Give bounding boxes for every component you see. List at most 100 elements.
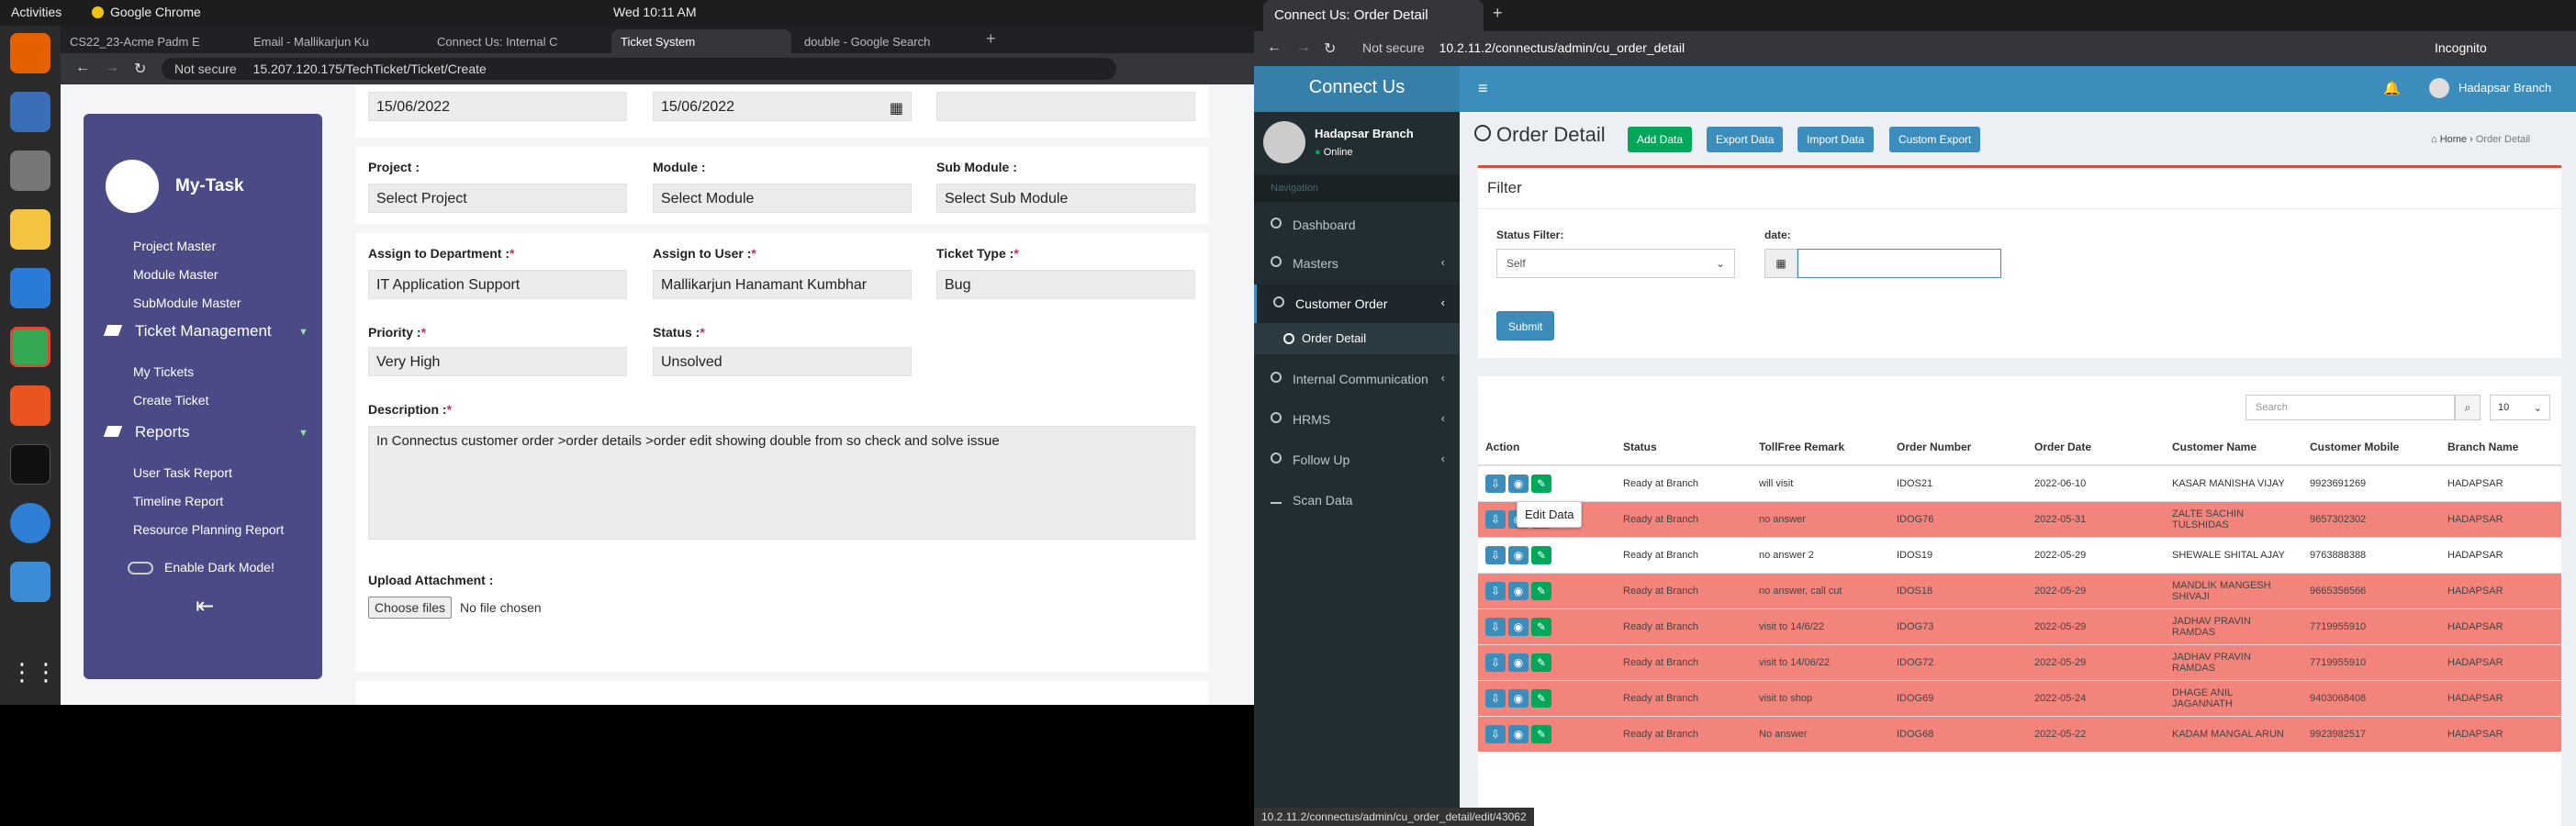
choose-files-button[interactable]: Choose files [368,597,453,619]
incognito-label[interactable]: Incognito [2435,40,2487,55]
sidebar-reports[interactable]: Reports [135,423,190,441]
col-status[interactable]: Status [1616,429,1752,466]
download-icon[interactable]: ⇩ [1485,581,1506,600]
activities-button[interactable]: Activities [11,5,62,19]
tab-order-detail[interactable]: Connect Us: Order Detail [1263,0,1484,31]
search-icon[interactable]: ⌕ [2455,395,2481,420]
col-remark[interactable]: TollFree Remark [1752,429,1889,466]
firefox-icon[interactable] [10,33,50,73]
view-icon[interactable]: ◉ [1508,581,1529,600]
nav-scan-data[interactable]: Scan Data [1254,481,1460,519]
files-icon[interactable] [10,151,50,191]
page-size-select[interactable]: 10 ⌄ [2490,395,2550,420]
add-data-button[interactable]: Add Data [1628,127,1693,152]
nav-customer-order[interactable]: Customer Order ‹ [1254,285,1460,323]
chrome-dock-icon[interactable] [10,327,50,367]
edit-icon[interactable]: ✎ [1531,688,1551,708]
edit-icon[interactable]: ✎ [1531,653,1551,672]
back-icon[interactable]: ← [1267,39,1282,56]
edit-icon[interactable]: ✎ [1531,545,1551,564]
forward-icon[interactable]: → [105,60,119,76]
calendar-icon[interactable]: ▦ [1764,249,1798,278]
software-icon[interactable] [10,385,50,426]
nav-hrms[interactable]: HRMS ‹ [1254,400,1460,439]
extra-field[interactable] [936,92,1195,121]
sidebar-item-project-master[interactable]: Project Master [133,239,216,253]
nav-follow-up[interactable]: Follow Up ‹ [1254,441,1460,479]
thunderbird-icon[interactable] [10,92,50,132]
date-input[interactable] [1798,249,2001,278]
export-data-button[interactable]: Export Data [1707,127,1784,152]
calendar-icon[interactable]: ▦ [890,99,903,117]
submodule-select[interactable]: Select Sub Module [936,184,1195,213]
view-icon[interactable]: ◉ [1508,653,1529,672]
back-icon[interactable]: ← [75,60,90,76]
dept-select[interactable]: IT Application Support [368,270,627,299]
dark-mode-toggle[interactable] [128,562,153,575]
sidebar-item-module-master[interactable]: Module Master [133,267,218,282]
edit-icon[interactable]: ✎ [1531,474,1551,493]
sidebar-item-create-ticket[interactable]: Create Ticket [133,393,208,407]
edit-icon[interactable]: ✎ [1531,581,1551,600]
nav-internal-communication[interactable]: Internal Communication ‹ [1254,360,1460,398]
description-textarea[interactable]: In Connectus customer order >order detai… [368,426,1195,540]
download-icon[interactable]: ⇩ [1485,724,1506,743]
download-icon[interactable]: ⇩ [1485,474,1506,493]
view-icon[interactable]: ◉ [1508,474,1529,493]
left-address-bar[interactable]: Not secure 15.207.120.175/TechTicket/Tic… [162,58,1116,80]
start-date-field[interactable]: 15/06/2022 [368,92,627,121]
edit-icon[interactable]: ✎ [1531,617,1551,636]
tab-connectus[interactable]: Connect Us: Internal C [428,29,608,53]
tab-email[interactable]: Email - Mallikarjun Ku [244,29,424,53]
view-icon[interactable]: ◉ [1508,617,1529,636]
col-branch-name[interactable]: Branch Name [2440,429,2561,466]
user-menu[interactable]: Hadapsar Branch [2458,81,2551,95]
search-input[interactable]: Search [2246,395,2455,420]
view-icon[interactable]: ◉ [1508,545,1529,564]
col-customer-name[interactable]: Customer Name [2165,429,2302,466]
tab-google-search[interactable]: double - Google Search [795,29,975,53]
bell-icon[interactable]: 🔔 [2383,80,2401,96]
download-icon[interactable]: ⇩ [1485,617,1506,636]
submit-button[interactable]: Submit [1496,311,1555,340]
view-icon[interactable]: ◉ [1508,724,1529,743]
sidebar-item-submodule-master[interactable]: SubModule Master [133,296,241,310]
col-order-number[interactable]: Order Number [1889,429,2027,466]
nav-masters[interactable]: Masters ‹ [1254,244,1460,283]
tab-ticket-system[interactable]: Ticket System [611,29,791,53]
help-icon[interactable] [10,503,50,543]
connectus-brand[interactable]: Connect Us [1254,66,1460,112]
writer-icon[interactable] [10,268,50,308]
reload-icon[interactable]: ↻ [134,60,146,78]
collapse-arrow-icon[interactable]: ⇤ [196,593,214,620]
col-customer-mobile[interactable]: Customer Mobile [2302,429,2440,466]
sidebar-item-timeline-report[interactable]: Timeline Report [133,494,223,508]
edit-icon[interactable]: ✎ [1531,724,1551,743]
end-date-field[interactable]: 15/06/2022 ▦ [653,92,912,121]
status-select[interactable]: Unsolved [653,347,912,376]
right-address-bar[interactable]: Not secure 10.2.11.2/connectus/admin/cu_… [1350,37,2323,59]
project-select[interactable]: Select Project [368,184,627,213]
new-tab-button[interactable]: + [986,29,996,49]
hamburger-icon[interactable]: ≡ [1478,79,1488,98]
forward-icon[interactable]: → [1296,39,1311,56]
view-icon[interactable]: ◉ [1508,688,1529,708]
priority-select[interactable]: Very High [368,347,627,376]
col-order-date[interactable]: Order Date [2027,429,2165,466]
terminal-icon[interactable] [10,444,50,485]
dolphin-icon[interactable] [10,562,50,602]
tab-cs22[interactable]: CS22_23-Acme Padm E [61,29,241,53]
type-select[interactable]: Bug [936,270,1195,299]
clock[interactable]: Wed 10:11 AM [613,5,697,19]
sidebar-item-resource-planning[interactable]: Resource Planning Report [133,522,284,537]
breadcrumb-home[interactable]: Home [2440,134,2467,145]
user-select[interactable]: Mallikarjun Hanamant Kumbhar [653,270,912,299]
apps-grid-icon[interactable]: ⋮⋮ [10,652,58,692]
nav-dashboard[interactable]: Dashboard [1254,206,1460,244]
reload-icon[interactable]: ↻ [1324,39,1336,58]
rhythmbox-icon[interactable] [10,209,50,250]
nav-order-detail[interactable]: Order Detail [1254,323,1460,354]
download-icon[interactable]: ⇩ [1485,688,1506,708]
import-data-button[interactable]: Import Data [1798,127,1874,152]
sidebar-ticket-management[interactable]: Ticket Management [135,322,272,340]
